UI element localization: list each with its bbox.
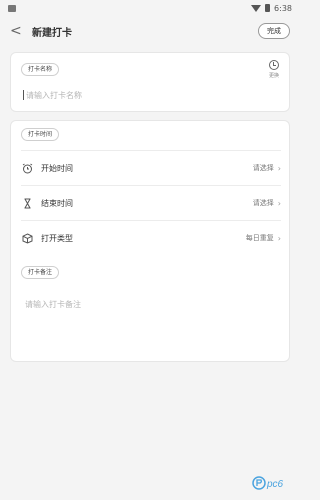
svg-text:pc6: pc6 (266, 479, 284, 490)
chevron-right-icon: › (277, 163, 281, 173)
clock-icon (268, 60, 279, 70)
hourglass-icon (21, 197, 33, 209)
nav-bar: < 新建打卡 完成 (0, 16, 300, 46)
divider (21, 150, 281, 151)
cube-icon (21, 232, 33, 244)
end-time-row[interactable]: 结束时间 请选择 › (21, 192, 281, 214)
divider (21, 185, 281, 186)
chevron-right-icon: › (277, 198, 281, 208)
time-card: 打卡时间 开始时间 请选择 › 结束时间 请选择 › 打开类型 每日重复 › 打… (10, 120, 290, 362)
name-input[interactable]: 请输入打卡名称 (26, 90, 82, 101)
divider (21, 220, 281, 221)
start-time-row[interactable]: 开始时间 请选择 › (21, 157, 281, 179)
type-value: 每日重复 (245, 234, 274, 242)
status-left (8, 4, 16, 12)
notification-icon (8, 4, 16, 12)
type-row[interactable]: 打开类型 每日重复 › (21, 227, 281, 249)
status-bar: 6:38 (0, 0, 300, 16)
back-icon[interactable]: < (10, 24, 24, 38)
text-cursor (23, 90, 24, 100)
status-time: 6:38 (274, 3, 292, 13)
status-right: 6:38 (251, 4, 292, 13)
page-title: 新建打卡 (32, 27, 72, 39)
end-time-label: 结束时间 (41, 198, 73, 208)
change-icon-button[interactable]: 更换 (268, 60, 279, 79)
type-label: 打开类型 (41, 233, 73, 243)
note-input[interactable]: 请输入打卡备注 (25, 299, 81, 310)
start-time-value: 请选择 (252, 164, 274, 172)
wifi-icon (251, 4, 262, 12)
battery-icon (265, 4, 271, 12)
end-time-value: 请选择 (252, 199, 274, 207)
watermark-logo: pc6 (252, 476, 284, 490)
change-label: 更换 (268, 73, 279, 79)
name-card: 打卡名称 请输入打卡名称 更换 (10, 52, 290, 112)
done-button[interactable]: 完成 (258, 23, 290, 39)
chevron-right-icon: › (277, 233, 281, 243)
note-tag: 打卡备注 (21, 266, 60, 279)
time-tag: 打卡时间 (21, 128, 60, 141)
name-tag: 打卡名称 (21, 63, 60, 76)
alarm-clock-icon (21, 162, 33, 174)
start-time-label: 开始时间 (41, 163, 73, 173)
